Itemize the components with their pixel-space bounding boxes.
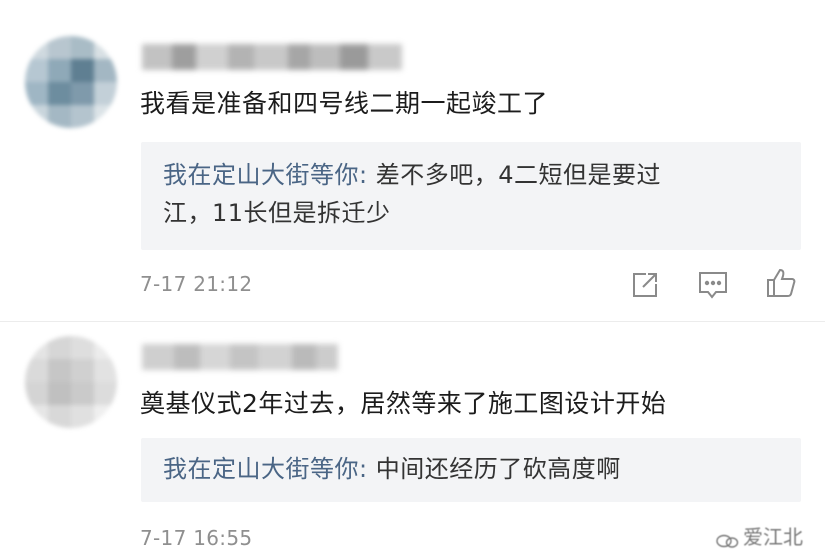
username[interactable] [142, 344, 338, 370]
share-icon[interactable] [628, 268, 662, 302]
comment-text: 奠基仪式2年过去，居然等来了施工图设计开始 [140, 389, 667, 418]
like-icon[interactable] [764, 266, 798, 300]
reply-author[interactable]: 我在定山大街等你: [163, 161, 376, 189]
reply-box[interactable]: 我在定山大街等你: 差不多吧，4二短但是要过 江，11长但是拆迁少 [141, 142, 801, 250]
wechat-icon [715, 529, 739, 548]
reply-author[interactable]: 我在定山大街等你: [163, 455, 376, 483]
reply-line-1: 中间还经历了砍高度啊 [375, 455, 621, 483]
comment-item: 我看是准备和四号线二期一起竣工了 我在定山大街等你: 差不多吧，4二短但是要过 … [0, 0, 825, 322]
timestamp: 7-17 16:55 [140, 526, 253, 550]
reply-box[interactable]: 我在定山大街等你: 中间还经历了砍高度啊 [141, 438, 801, 502]
reply-text: 我在定山大街等你: 差不多吧，4二短但是要过 江，11长但是拆迁少 [163, 156, 761, 232]
watermark: 爱江北 [715, 521, 803, 550]
comment-icon[interactable] [696, 268, 730, 302]
avatar[interactable] [25, 336, 117, 428]
reply-line-1: 差不多吧，4二短但是要过 [375, 161, 661, 189]
comment-text: 我看是准备和四号线二期一起竣工了 [140, 89, 549, 118]
timestamp: 7-17 21:12 [140, 272, 253, 296]
reply-line-2: 江，11长但是拆迁少 [163, 199, 391, 227]
avatar[interactable] [25, 36, 117, 128]
watermark-text: 爱江北 [743, 525, 803, 549]
reply-text: 我在定山大街等你: 中间还经历了砍高度啊 [163, 450, 761, 488]
username[interactable] [142, 44, 402, 70]
comment-item: 奠基仪式2年过去，居然等来了施工图设计开始 我在定山大街等你: 中间还经历了砍高… [0, 322, 825, 552]
